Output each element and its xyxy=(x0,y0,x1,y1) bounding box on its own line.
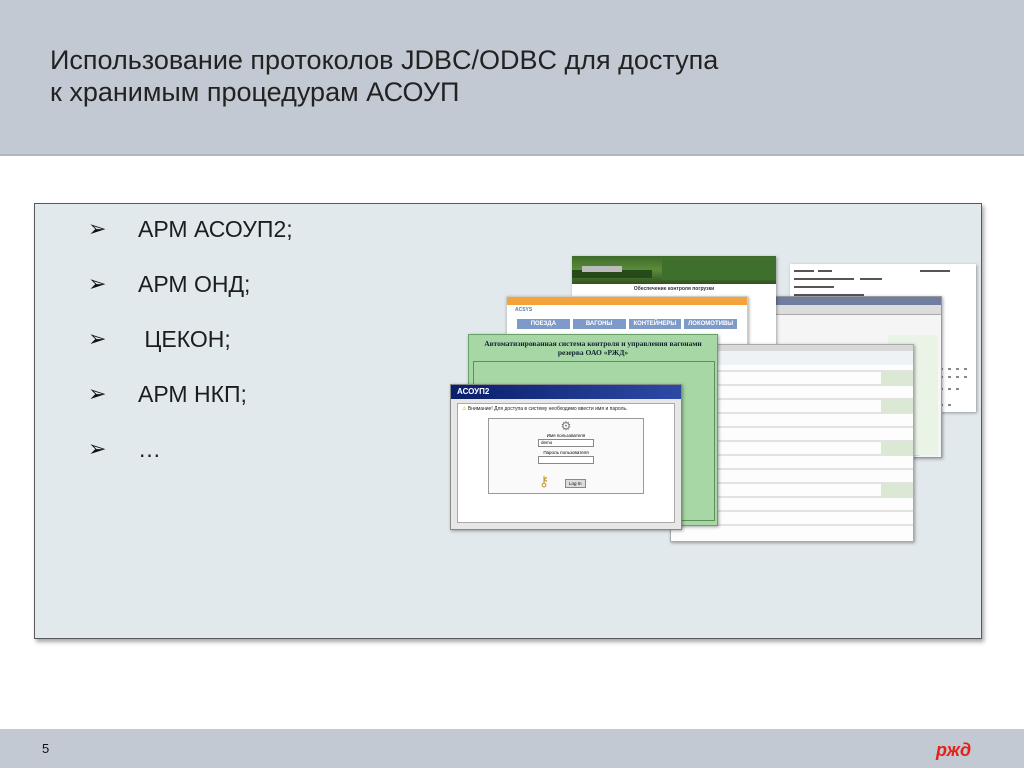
username-label: Имя пользователя xyxy=(546,433,586,438)
password-input[interactable] xyxy=(538,456,594,464)
slide-title: Использование протоколов JDBC/ODBC для д… xyxy=(50,44,950,108)
bullet-text: ЦЕКОН; xyxy=(138,326,231,352)
green-window-title: Автоматизированная система контроля и уп… xyxy=(484,339,702,357)
bullet-item: ➢ АРМ ОНД; xyxy=(88,269,293,324)
portal-nav: ПОЕЗДА ВАГОНЫ КОНТЕЙНЕРЫ ЛОКОМОТИВЫ xyxy=(507,315,747,333)
arrow-bullet-icon: ➢ xyxy=(88,271,107,296)
title-line-1: Использование протоколов JDBC/ODBC для д… xyxy=(50,45,719,75)
portal-orange-bar xyxy=(507,297,747,305)
portal-logo: ACSYS xyxy=(515,307,533,313)
arrow-bullet-icon: ➢ xyxy=(88,326,107,351)
login-window: АСОУП2 ⚠ Внимание! Для доступа в систему… xyxy=(450,384,682,530)
arrow-bullet-icon: ➢ xyxy=(88,436,107,461)
slide-header: Использование протоколов JDBC/ODBC для д… xyxy=(0,0,1024,156)
bullet-item: ➢… xyxy=(88,434,293,489)
login-titlebar: АСОУП2 xyxy=(451,385,681,399)
login-form: ⚙ Имя пользователя demo Пароль пользоват… xyxy=(488,418,644,494)
screenshot-collage: Обеспечение контроля погрузки ACSYS ПОЕЗ… xyxy=(450,256,980,546)
bullet-item: ➢ АРМ НКП; xyxy=(88,379,293,434)
window-titlebar xyxy=(773,297,941,305)
username-input[interactable]: demo xyxy=(538,439,594,447)
svg-text:ржд: ржд xyxy=(935,740,971,760)
nav-tab[interactable]: ВАГОНЫ xyxy=(572,319,626,329)
emblem-icon: ⚙ xyxy=(560,419,572,433)
slide-footer: 5 ржд xyxy=(0,729,1024,768)
keys-icon: ⚷ xyxy=(539,473,550,489)
bullet-item: ➢ АРМ АСОУП2; xyxy=(88,214,293,269)
train-banner-image xyxy=(572,256,776,284)
nav-tab[interactable]: ЛОКОМОТИВЫ xyxy=(684,319,737,329)
login-warning: ⚠ Внимание! Для доступа в систему необхо… xyxy=(462,406,628,412)
train-banner-title: Обеспечение контроля погрузки xyxy=(633,286,715,292)
bullet-text: АРМ АСОУП2; xyxy=(138,216,293,242)
bullet-text: АРМ ОНД; xyxy=(138,271,251,297)
arrow-bullet-icon: ➢ xyxy=(88,216,107,241)
password-label: Пароль пользователя xyxy=(543,450,589,455)
window-toolbar xyxy=(773,305,941,315)
bullet-list: ➢ АРМ АСОУП2; ➢ АРМ ОНД; ➢ ЦЕКОН; ➢ АРМ НКП… xyxy=(88,214,293,489)
slide: Использование протоколов JDBC/ODBC для д… xyxy=(0,0,1024,768)
bullet-item: ➢ ЦЕКОН; xyxy=(88,324,293,379)
bullet-text: АРМ НКП; xyxy=(138,381,247,407)
login-panel: ⚠ Внимание! Для доступа в систему необхо… xyxy=(457,403,675,523)
page-number: 5 xyxy=(42,741,50,756)
title-line-2: к хранимым процедурам АСОУП xyxy=(50,77,460,107)
rzd-logo-icon: ржд xyxy=(935,740,971,760)
bullet-text: … xyxy=(138,436,161,462)
login-button[interactable]: Log In xyxy=(565,479,586,488)
arrow-bullet-icon: ➢ xyxy=(88,381,107,406)
nav-tab[interactable]: КОНТЕЙНЕРЫ xyxy=(628,319,682,329)
nav-tab[interactable]: ПОЕЗДА xyxy=(517,319,570,329)
